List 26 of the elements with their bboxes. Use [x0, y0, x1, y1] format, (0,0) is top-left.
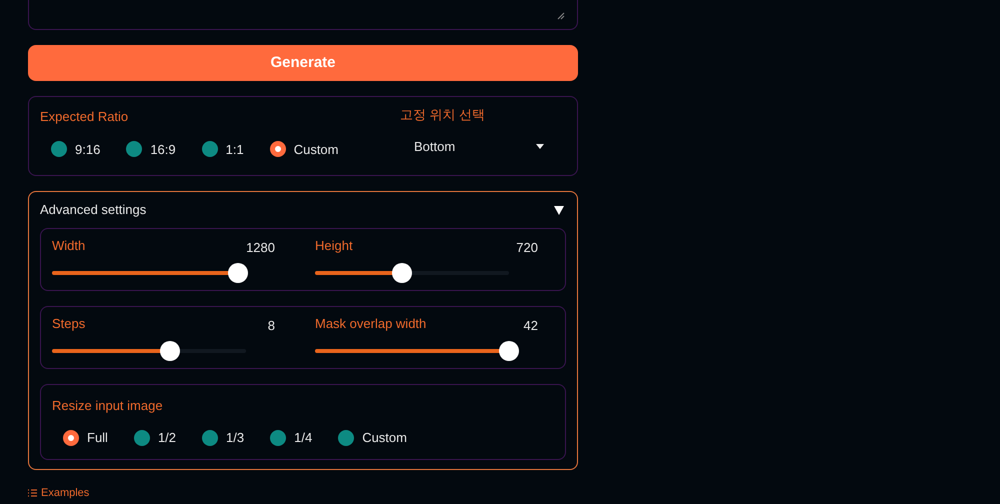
slider-label: Mask overlap width	[315, 315, 426, 333]
radio-option[interactable]: 1/3	[202, 428, 244, 448]
slider-value: 1280	[246, 239, 275, 257]
radio-option[interactable]: 9:16	[51, 140, 100, 159]
slider-label: Height	[315, 237, 353, 255]
ratio-label: Expected Ratio	[40, 108, 130, 126]
resize-label: Resize input image	[52, 398, 163, 413]
radio-option[interactable]: Custom	[270, 140, 338, 159]
caret-down-icon	[536, 144, 544, 149]
slider-label: Steps	[52, 315, 86, 333]
radio-option[interactable]: 1:1	[202, 140, 244, 159]
slider-value: 8	[268, 317, 275, 335]
slider-value: 720	[516, 239, 538, 257]
radio-option[interactable]: 16:9	[126, 140, 176, 159]
radio-option[interactable]: Full	[63, 428, 108, 448]
list-icon	[28, 489, 37, 498]
radio-option[interactable]: 1/4	[270, 428, 312, 448]
advanced-header[interactable]: Advanced settings	[40, 192, 566, 228]
slider-value: 42	[524, 317, 538, 335]
position-label: 고정 위치 선택	[400, 106, 486, 124]
resize-handle-icon	[557, 12, 565, 20]
examples-link[interactable]: Examples	[28, 485, 578, 502]
slider-label: Width	[52, 237, 86, 255]
radio-option[interactable]: 1/2	[134, 428, 176, 448]
radio-option[interactable]: Custom	[338, 428, 407, 448]
position-dropdown[interactable]: Bottom	[414, 136, 544, 156]
